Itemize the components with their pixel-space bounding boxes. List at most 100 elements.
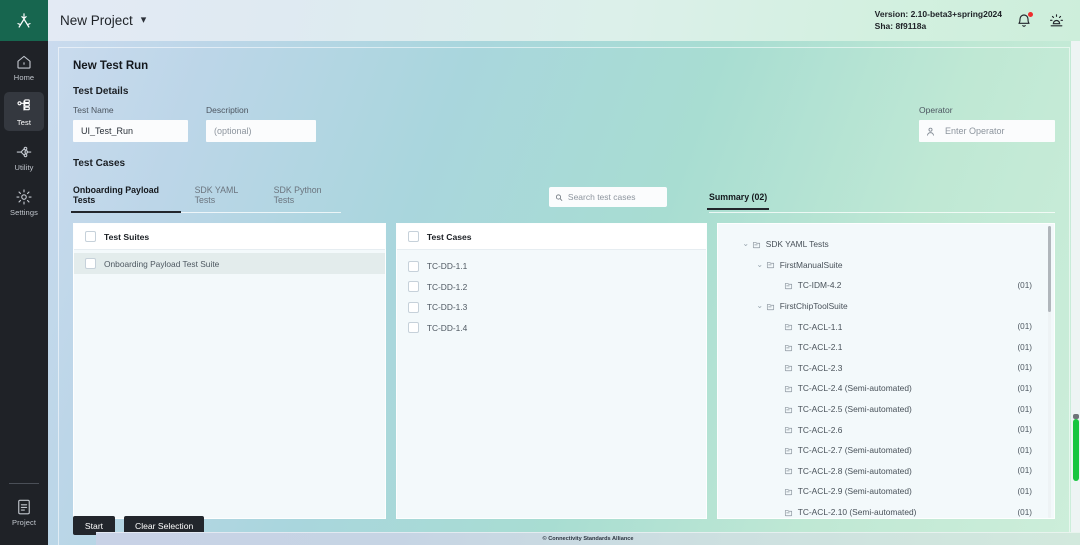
list-item[interactable]: TC-DD-1.1 <box>397 256 706 277</box>
tab-summary[interactable]: Summary (02) <box>706 192 770 210</box>
description-label: Description <box>206 105 249 115</box>
folder-icon <box>784 363 798 372</box>
test-name-input[interactable] <box>73 120 188 142</box>
page-scrollbar-thumb[interactable] <box>1073 414 1079 481</box>
chevron-down-icon[interactable]: ▾ <box>141 15 147 26</box>
tree-node[interactable]: TC-ACL-2.6 (01) <box>718 419 1054 440</box>
tree-node[interactable]: TC-ACL-2.10 (Semi-automated) (01) <box>718 502 1054 518</box>
tree-node-label: TC-ACL-2.1 <box>797 342 843 353</box>
sidebar-item-utility[interactable]: Utility <box>4 137 44 176</box>
test-details-heading: Test Details <box>73 86 129 97</box>
folder-icon <box>784 446 798 455</box>
tree-node[interactable]: TC-ACL-2.3 (01) <box>718 358 1054 379</box>
chevron-down-icon[interactable]: ⌄ <box>754 302 766 310</box>
tree-node[interactable]: TC-ACL-2.4 (Semi-automated) (01) <box>718 378 1054 399</box>
test-name-group: Test Name <box>73 105 188 142</box>
test-tree-icon <box>17 99 30 111</box>
folder-icon <box>752 240 766 249</box>
case-checkbox[interactable] <box>407 322 419 334</box>
details-field-row: Test Name Description Operator <box>73 105 1055 142</box>
sidebar-label-test: Test <box>16 118 32 127</box>
tree-node-label: TC-ACL-2.5 (Semi-automated) <box>797 404 912 415</box>
main-stage: New Project ▾ Version: 2.10-beta3+spring… <box>48 0 1080 545</box>
case-checkbox[interactable] <box>407 301 419 313</box>
top-bar: New Project ▾ Version: 2.10-beta3+spring… <box>48 0 1080 41</box>
utility-node-icon <box>16 146 32 158</box>
sidebar-item-test[interactable]: Test <box>4 92 44 131</box>
tab-onboarding-payload-tests[interactable]: Onboarding Payload Tests <box>71 185 181 213</box>
tree-node[interactable]: ⌄ SDK YAML Tests <box>718 234 1054 255</box>
version-info: Version: 2.10-beta3+spring2024 Sha: 8f91… <box>875 9 1002 32</box>
folder-icon <box>784 405 798 414</box>
tree-node-label: TC-ACL-2.10 (Semi-automated) <box>797 507 917 518</box>
list-item[interactable]: TC-DD-1.2 <box>397 277 706 298</box>
operator-input[interactable] <box>941 126 1055 136</box>
tree-node[interactable]: TC-ACL-2.9 (Semi-automated) (01) <box>718 481 1054 502</box>
sidebar-label-utility: Utility <box>14 163 34 172</box>
tab-sdk-yaml-tests[interactable]: SDK YAML Tests <box>195 185 258 205</box>
notification-badge-dot <box>1028 11 1033 17</box>
page-scrollbar-track[interactable] <box>1071 41 1080 532</box>
tree-node-count: (01) <box>1017 486 1032 496</box>
folder-icon <box>784 466 798 475</box>
sidebar-item-project[interactable]: Project <box>4 492 44 531</box>
tree-node[interactable]: TC-ACL-1.1 (01) <box>718 316 1054 337</box>
rail-divider <box>9 483 39 484</box>
tree-node[interactable]: TC-IDM-4.2 (01) <box>718 275 1054 296</box>
test-cases-heading: Test Cases <box>73 158 126 169</box>
tree-node-count: (01) <box>1017 280 1032 290</box>
tree-node[interactable]: TC-ACL-2.8 (Semi-automated) (01) <box>718 461 1054 482</box>
case-checkbox[interactable] <box>407 260 419 272</box>
chevron-down-icon[interactable]: ⌄ <box>740 240 752 248</box>
select-all-cases-checkbox[interactable] <box>407 231 419 242</box>
folder-icon <box>784 322 798 331</box>
tree-node[interactable]: TC-ACL-2.7 (Semi-automated) (01) <box>718 440 1054 461</box>
tab-sdk-python-tests[interactable]: SDK Python Tests <box>274 185 341 205</box>
folder-icon <box>784 384 798 393</box>
notification-bell-button[interactable] <box>1014 11 1034 31</box>
test-cases-body: TC-DD-1.1 TC-DD-1.2 TC-DD-1.3 TC-DD-1.4 <box>397 250 706 518</box>
tree-node-label: TC-ACL-2.8 (Semi-automated) <box>797 465 912 476</box>
tree-node[interactable]: TC-ACL-2.1 (01) <box>718 337 1054 358</box>
list-item[interactable]: TC-DD-1.4 <box>397 318 706 339</box>
page-title: New Test Run <box>73 60 149 72</box>
content-area: New Test Run Test Details Test Name Desc… <box>48 41 1080 545</box>
suite-checkbox[interactable] <box>85 258 96 269</box>
sidebar-item-home[interactable]: Home <box>4 47 44 86</box>
project-document-icon <box>18 499 30 515</box>
tree-node-label: SDK YAML Tests <box>765 239 829 250</box>
tree-node[interactable]: TC-ACL-2.5 (Semi-automated) (01) <box>718 399 1054 420</box>
brightness-theme-icon <box>1049 14 1063 27</box>
tree-node-label: TC-ACL-2.4 (Semi-automated) <box>797 383 912 394</box>
list-item[interactable]: TC-DD-1.3 <box>397 297 706 318</box>
test-cases-header-label: Test Cases <box>426 231 472 242</box>
tree-node-count: (01) <box>1017 404 1032 414</box>
tree-node-label: TC-ACL-2.3 <box>797 362 843 373</box>
tree-node-count: (01) <box>1017 507 1032 517</box>
tree-node-count: (01) <box>1017 425 1032 435</box>
list-item[interactable]: Onboarding Payload Test Suite <box>74 253 385 274</box>
version-line: Version: 2.10-beta3+spring2024 <box>874 8 1002 19</box>
sidebar-label-project: Project <box>11 518 37 527</box>
summary-tree: ⌄ SDK YAML Tests ⌄ FirstManualSuite TC-IDM-4… <box>718 224 1054 518</box>
summary-scrollbar-track[interactable] <box>1047 226 1051 518</box>
select-all-suites-checkbox[interactable] <box>85 231 96 242</box>
sidebar-item-settings[interactable]: Settings <box>4 182 44 221</box>
tree-node-label: TC-IDM-4.2 <box>797 280 842 291</box>
operator-label: Operator <box>919 105 953 115</box>
search-input[interactable] <box>567 192 661 202</box>
description-input[interactable] <box>206 120 316 142</box>
test-suites-header: Test Suites <box>74 224 385 250</box>
operator-group: Operator <box>919 105 1055 142</box>
csa-logo-icon[interactable] <box>0 0 48 41</box>
case-checkbox[interactable] <box>407 281 419 293</box>
tree-node[interactable]: ⌄ FirstChipToolSuite <box>718 296 1054 317</box>
chevron-down-icon[interactable]: ⌄ <box>754 260 766 269</box>
tree-node[interactable]: ⌄ FirstManualSuite <box>718 255 1054 276</box>
tree-node-count: (01) <box>1017 342 1032 352</box>
summary-scrollbar-thumb[interactable] <box>1047 226 1051 312</box>
tree-node-label: TC-ACL-2.7 (Semi-automated) <box>797 445 912 456</box>
tree-node-label: TC-ACL-1.1 <box>797 321 843 332</box>
search-test-cases-box[interactable] <box>549 187 667 207</box>
theme-toggle-button[interactable] <box>1046 11 1066 31</box>
